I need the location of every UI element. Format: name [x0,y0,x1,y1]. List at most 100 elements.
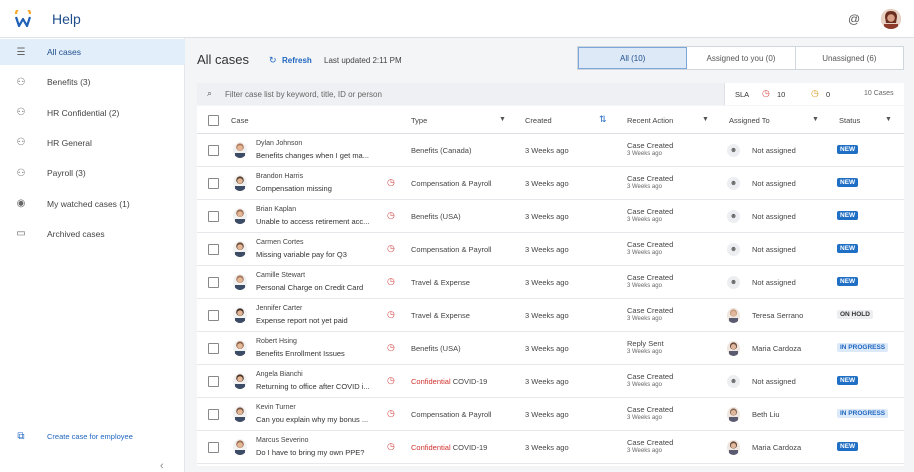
collapse-sidebar-chevron-icon[interactable]: ‹ [160,460,164,472]
recent-action: Case Created [627,141,674,150]
case-employee-name[interactable]: Camille Stewart [256,272,305,279]
row-checkbox[interactable] [208,244,219,255]
refresh-icon[interactable]: ↻ [269,55,277,66]
row-checkbox[interactable] [208,211,219,222]
table-row[interactable]: Angela Bianchi Returning to office after… [197,365,904,398]
sidebar-item-hr-confidential[interactable]: ⚇ HR Confidential (2) [0,100,185,126]
column-header-type[interactable]: Type [411,116,427,125]
sidebar-item-label: Payroll (3) [47,168,86,179]
column-header-created[interactable]: Created [525,116,552,125]
tab-all[interactable]: All (10) [578,47,688,69]
case-title[interactable]: Benefits Enrollment Issues [256,349,378,358]
case-employee-name[interactable]: Carmen Cortes [256,239,303,246]
case-title[interactable]: Do I have to bring my own PPE? [256,448,378,457]
case-employee-name[interactable]: Jennifer Carter [256,305,302,312]
sidebar-item-hr-general[interactable]: ⚇ HR General [0,130,185,156]
table-row[interactable]: Robert Hsing Benefits Enrollment Issues … [197,332,904,365]
sidebar-item-all-cases[interactable]: ☰ All cases [0,39,185,65]
eye-icon: ◉ [16,198,26,209]
workday-logo-icon[interactable] [14,10,32,28]
row-checkbox[interactable] [208,376,219,387]
column-header-case[interactable]: Case [231,116,249,125]
row-checkbox[interactable] [208,442,219,453]
case-employee-name[interactable]: Robert Hsing [256,338,297,345]
assigned-filter-chevron-icon[interactable]: ▼ [812,116,819,123]
notifications-at-icon[interactable]: @ [848,12,860,26]
table-row[interactable]: Brian Kaplan Unable to access retirement… [197,200,904,233]
user-avatar[interactable] [881,9,901,29]
table-row[interactable]: Carmen Cortes Missing variable pay for Q… [197,233,904,266]
employee-avatar-image-icon [233,373,247,389]
row-checkbox[interactable] [208,310,219,321]
assignee-avatar-image-icon [727,440,740,455]
sidebar-item-benefits[interactable]: ⚇ Benefits (3) [0,69,185,95]
create-case-button[interactable]: ⧉ Create case for employee [0,428,185,444]
recent-action-time: 3 Weeks ago [627,184,662,190]
row-checkbox[interactable] [208,409,219,420]
table-row[interactable]: Dylan Johnson Benefits changes when I ge… [197,134,904,167]
row-checkbox[interactable] [208,145,219,156]
column-header-status[interactable]: Status [839,116,860,125]
case-employee-name[interactable]: Brian Kaplan [256,206,296,213]
employee-avatar-image-icon [233,208,247,224]
employee-avatar-image-icon [233,175,247,191]
sort-icon[interactable]: ⇅ [599,114,607,125]
sidebar-item-label: Benefits (3) [47,77,91,88]
column-header-recent-action[interactable]: Recent Action [627,116,673,125]
assignee-name: Beth Liu [752,410,780,419]
case-title[interactable]: Missing variable pay for Q3 [256,250,378,259]
tab-assigned-to-you[interactable]: Assigned to you (0) [687,47,796,69]
table-row[interactable]: Marcus Severino Do I have to bring my ow… [197,431,904,464]
table-row[interactable]: Brandon Harris Compensation missing ◷ Co… [197,167,904,200]
case-type: Confidential COVID-19 [411,377,487,386]
menu-icon: ☰ [16,46,26,58]
case-filter-input[interactable] [225,86,705,102]
case-employee-name[interactable]: Kevin Turner [256,404,296,411]
employee-avatar [233,373,247,389]
case-title[interactable]: Can you explain why my bonus ... [256,415,378,424]
assignee-name: Teresa Serrano [752,311,804,320]
case-type: Benefits (USA) [411,212,461,221]
employee-avatar-image-icon [233,406,247,422]
table-row[interactable]: Camille Stewart Personal Charge on Credi… [197,266,904,299]
column-header-assigned-to[interactable]: Assigned To [729,116,770,125]
row-checkbox[interactable] [208,178,219,189]
sla-label: SLA [735,90,750,99]
case-employee-name[interactable]: Brandon Harris [256,173,303,180]
case-title[interactable]: Benefits changes when I get ma... [256,151,378,160]
sidebar-item-payroll[interactable]: ⚇ Payroll (3) [0,160,185,186]
refresh-button[interactable]: Refresh [282,56,312,65]
employee-avatar [233,241,247,257]
sidebar-item-my-watched-cases[interactable]: ◉ My watched cases (1) [0,191,185,217]
case-employee-name[interactable]: Dylan Johnson [256,140,302,147]
status-filter-chevron-icon[interactable]: ▼ [885,116,892,123]
recent-action: Case Created [627,207,674,216]
row-checkbox[interactable] [208,277,219,288]
sla-warning-clock-icon[interactable]: ◷ [811,88,819,99]
recent-action-time: 3 Weeks ago [627,415,662,421]
type-filter-chevron-icon[interactable]: ▼ [499,116,506,123]
select-all-checkbox[interactable] [208,115,219,126]
confidential-label: Confidential [411,377,451,386]
recent-action-filter-chevron-icon[interactable]: ▼ [702,116,709,123]
case-employee-name[interactable]: Marcus Severino [256,437,309,444]
created-date: 3 Weeks ago [525,377,569,386]
sidebar-item-label: HR Confidential (2) [47,107,120,118]
table-row[interactable]: Kevin Turner Can you explain why my bonu… [197,398,904,431]
sidebar-item-archived-cases[interactable]: ▭ Archived cases [0,221,185,247]
tab-unassigned[interactable]: Unassigned (6) [796,47,903,69]
case-title[interactable]: Unable to access retirement acc... [256,217,378,226]
sla-overdue-clock-icon[interactable]: ◷ [762,88,770,99]
table-row[interactable]: Jennifer Carter Expense report not yet p… [197,299,904,332]
unassigned-person-icon: ☻ [727,276,740,289]
group-icon: ⚇ [16,107,26,119]
recent-action: Case Created [627,372,674,381]
row-checkbox[interactable] [208,343,219,354]
employee-avatar-image-icon [233,439,247,455]
case-employee-name[interactable]: Angela Bianchi [256,371,303,378]
case-title[interactable]: Returning to office after COVID i... [256,382,378,391]
case-title[interactable]: Expense report not yet paid [256,316,378,325]
case-title[interactable]: Compensation missing [256,184,378,193]
case-title[interactable]: Personal Charge on Credit Card [256,283,378,292]
recent-action-time: 3 Weeks ago [627,283,662,289]
